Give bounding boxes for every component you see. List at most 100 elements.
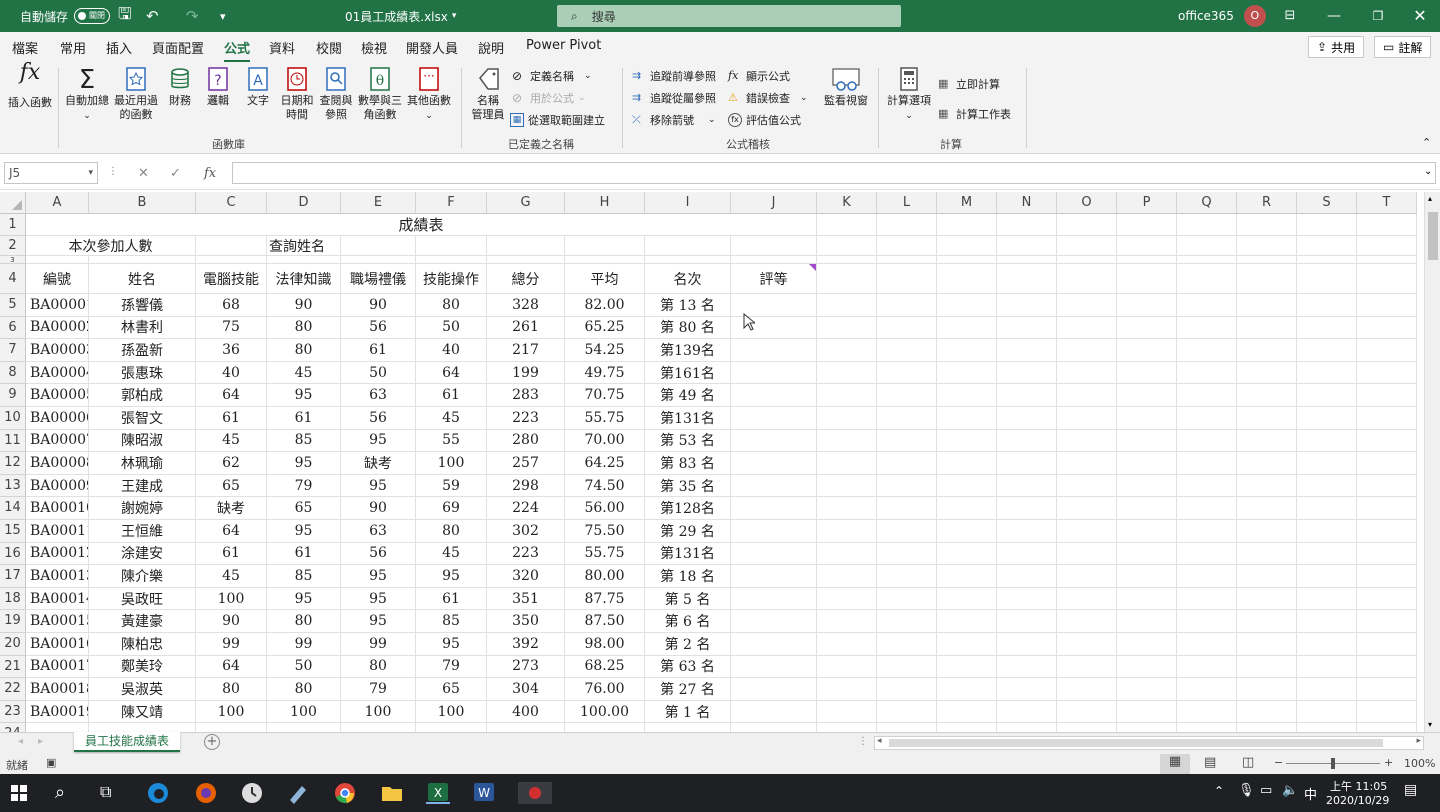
data-cell[interactable]: 80 xyxy=(416,520,487,543)
account-area[interactable]: office365 O xyxy=(1178,0,1266,32)
cell[interactable] xyxy=(937,610,997,633)
data-cell[interactable]: 392 xyxy=(487,633,565,656)
cell[interactable] xyxy=(1297,236,1357,256)
zoom-level[interactable]: 100% xyxy=(1404,757,1435,770)
data-cell[interactable]: 63 xyxy=(341,384,416,407)
cell[interactable] xyxy=(1357,565,1417,588)
cell[interactable] xyxy=(1237,429,1297,453)
cell[interactable] xyxy=(731,565,817,588)
data-cell[interactable]: 張智文 xyxy=(89,407,196,430)
data-cell[interactable]: 82.00 xyxy=(565,294,645,317)
cell[interactable] xyxy=(1057,565,1117,588)
tab-formulas[interactable]: 公式 xyxy=(224,38,251,63)
cell[interactable] xyxy=(997,678,1057,701)
cell[interactable] xyxy=(817,474,877,498)
cell[interactable] xyxy=(196,236,267,256)
row-header-13[interactable]: 13 xyxy=(0,474,26,498)
cell[interactable] xyxy=(877,587,937,611)
cell[interactable] xyxy=(1237,565,1297,588)
add-sheet-icon[interactable]: + xyxy=(204,734,220,750)
data-cell[interactable]: 280 xyxy=(487,429,565,453)
collapse-ribbon-icon[interactable]: ⌃ xyxy=(1422,136,1431,149)
cell[interactable] xyxy=(1117,633,1177,656)
cell[interactable] xyxy=(1297,316,1357,340)
column-header-t[interactable]: T xyxy=(1357,192,1417,214)
data-cell[interactable]: 273 xyxy=(487,655,565,679)
cell[interactable] xyxy=(877,214,937,236)
notification-icon[interactable]: ▤ xyxy=(1404,782,1417,798)
data-cell[interactable]: 99 xyxy=(196,633,267,656)
cell[interactable] xyxy=(1237,214,1297,236)
cell[interactable] xyxy=(1297,565,1357,588)
cell[interactable] xyxy=(731,633,817,656)
trace-precedents-button[interactable]: ⇉ 追蹤前導參照 xyxy=(632,68,716,84)
data-cell[interactable]: 95 xyxy=(341,587,416,611)
data-cell[interactable]: 79 xyxy=(267,474,341,498)
tab-developer[interactable]: 開發人員 xyxy=(406,38,458,57)
column-header-b[interactable]: B xyxy=(89,192,196,214)
data-cell[interactable]: 缺考 xyxy=(196,497,267,520)
cell[interactable] xyxy=(817,655,877,679)
data-cell[interactable]: 95 xyxy=(341,429,416,453)
column-header-c[interactable]: C xyxy=(196,192,267,214)
row-header-11[interactable]: 11 xyxy=(0,429,26,453)
minimize-button[interactable]: — xyxy=(1312,0,1356,32)
column-header-g[interactable]: G xyxy=(487,192,565,214)
row-header-1[interactable]: 1 xyxy=(0,214,26,236)
data-cell[interactable]: 224 xyxy=(487,497,565,520)
rank-cell[interactable]: 第 63 名 xyxy=(645,655,731,679)
cell[interactable] xyxy=(997,429,1057,453)
data-cell[interactable]: 62 xyxy=(196,452,267,475)
column-heading[interactable]: 編號 xyxy=(26,264,89,294)
scroll-right-icon[interactable]: ▸ xyxy=(1416,736,1421,746)
cell[interactable] xyxy=(997,520,1057,543)
rank-cell[interactable]: 第 29 名 xyxy=(645,520,731,543)
cell[interactable] xyxy=(1117,407,1177,430)
rank-cell[interactable]: 第128名 xyxy=(645,497,731,520)
column-heading[interactable]: 平均 xyxy=(565,264,645,294)
cell[interactable] xyxy=(817,723,877,732)
cell[interactable] xyxy=(487,236,565,256)
data-cell[interactable]: BA00008 xyxy=(26,452,89,475)
data-cell[interactable]: 351 xyxy=(487,587,565,611)
cell[interactable] xyxy=(877,610,937,633)
data-cell[interactable]: 36 xyxy=(196,339,267,362)
recorder-app-icon[interactable] xyxy=(518,782,552,804)
cell[interactable] xyxy=(1177,655,1237,679)
cell[interactable] xyxy=(731,429,817,453)
data-cell[interactable]: BA00006 xyxy=(26,407,89,430)
cell[interactable] xyxy=(1057,407,1117,430)
data-cell[interactable]: BA00014 xyxy=(26,587,89,611)
data-cell[interactable]: 陳又靖 xyxy=(89,700,196,724)
autosum-button[interactable]: Σ 自動加總 ⌄ xyxy=(62,66,112,123)
cell[interactable] xyxy=(1357,633,1417,656)
vertical-scroll-thumb[interactable] xyxy=(1428,212,1438,260)
cell[interactable] xyxy=(877,565,937,588)
cell[interactable] xyxy=(267,256,341,264)
cell[interactable] xyxy=(817,700,877,724)
cell[interactable] xyxy=(1177,723,1237,732)
undo-icon[interactable]: ↶ xyxy=(146,0,159,32)
cell[interactable] xyxy=(817,520,877,543)
data-cell[interactable]: BA00017 xyxy=(26,655,89,679)
cell[interactable] xyxy=(1237,474,1297,498)
data-cell[interactable]: 缺考 xyxy=(341,452,416,475)
data-cell[interactable]: BA00007 xyxy=(26,429,89,453)
cell[interactable] xyxy=(1177,294,1237,317)
cell[interactable] xyxy=(1357,214,1417,236)
ribbon-display-icon[interactable]: ⊟ xyxy=(1268,0,1312,32)
rank-cell[interactable]: 第 83 名 xyxy=(645,452,731,475)
column-header-d[interactable]: D xyxy=(267,192,341,214)
data-cell[interactable]: 99 xyxy=(267,633,341,656)
data-cell[interactable]: BA00013 xyxy=(26,565,89,588)
word-taskbar-icon[interactable]: W xyxy=(472,782,496,804)
rank-cell[interactable]: 第 27 名 xyxy=(645,678,731,701)
data-cell[interactable]: 黃建豪 xyxy=(89,610,196,633)
cell[interactable] xyxy=(877,520,937,543)
cell[interactable] xyxy=(817,294,877,317)
cell[interactable] xyxy=(1177,565,1237,588)
page-break-view-icon[interactable]: ◫ xyxy=(1242,755,1254,770)
cell[interactable] xyxy=(997,474,1057,498)
cell[interactable] xyxy=(817,407,877,430)
data-cell[interactable]: 50 xyxy=(341,361,416,385)
